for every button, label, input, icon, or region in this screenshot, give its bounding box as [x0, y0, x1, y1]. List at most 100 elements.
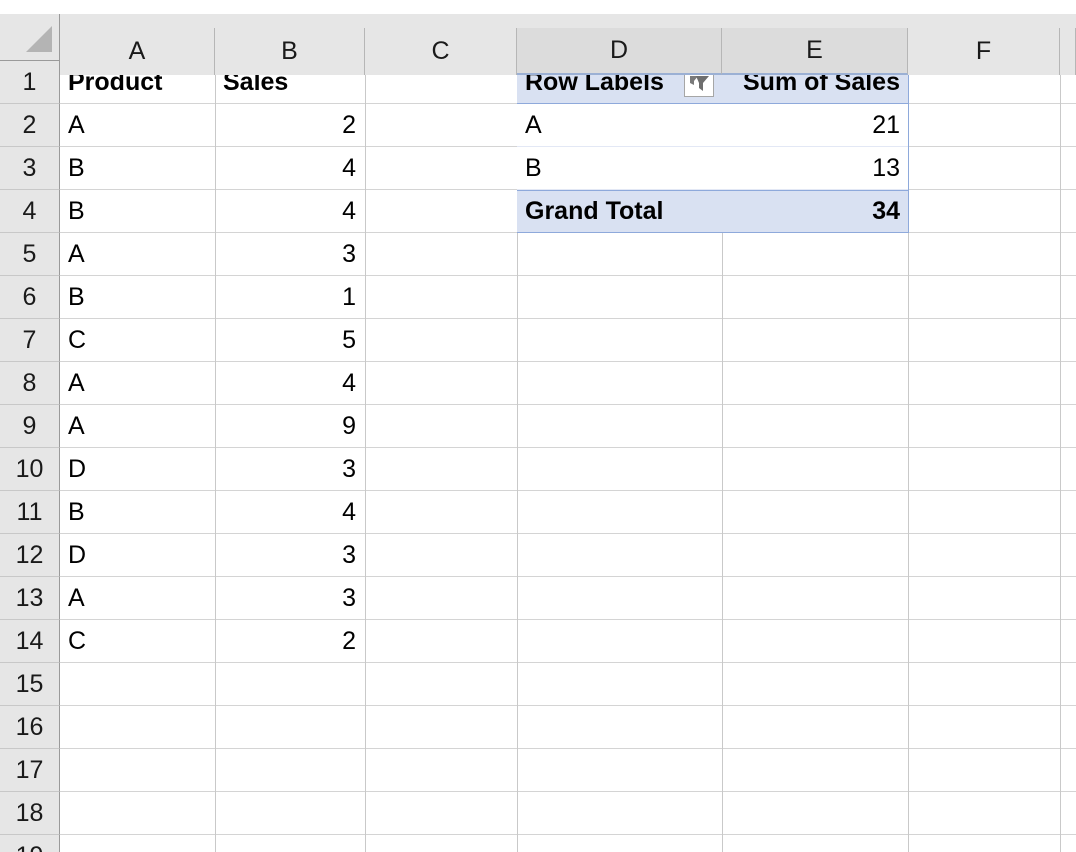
row-header-label: 8 [23, 369, 37, 398]
cell-sales-value-text: 3 [342, 455, 356, 484]
cell-product-value[interactable]: B [60, 491, 214, 533]
select-all-triangle-icon [26, 26, 52, 52]
cell-sales-value[interactable]: 4 [215, 362, 364, 404]
cell-sales-value-text: 4 [342, 498, 356, 527]
cell-sales-value[interactable]: 2 [215, 104, 364, 146]
cell-product-value[interactable]: D [60, 534, 214, 576]
cell-sales-value[interactable]: 3 [215, 577, 364, 619]
column-header-f[interactable]: F [908, 28, 1060, 75]
cell-sales-value-text: 3 [342, 541, 356, 570]
row-header-3[interactable]: 3 [0, 147, 60, 190]
cell-sales-value-text: 9 [342, 412, 356, 441]
column-header-label: E [806, 36, 823, 65]
column-header-d[interactable]: D [517, 28, 722, 75]
row-header-label: 19 [16, 842, 44, 852]
cell-sales-value-text: 4 [342, 197, 356, 226]
cell-product-value-text: A [68, 412, 85, 441]
pivot-table[interactable]: Row Labels Sum of Sales A 21 B 13 Grand … [517, 61, 908, 233]
row-header-label: 13 [16, 584, 44, 613]
column-header-label: C [431, 37, 449, 66]
row-header-15[interactable]: 15 [0, 663, 60, 706]
column-header-g-partial[interactable] [1060, 28, 1076, 75]
cell-sales-value-text: 4 [342, 369, 356, 398]
row-header-4[interactable]: 4 [0, 190, 60, 233]
cell-product-value[interactable]: A [60, 577, 214, 619]
select-all-corner[interactable] [0, 14, 60, 61]
row-header-label: 5 [23, 240, 37, 269]
pivot-data-row[interactable]: B 13 [517, 147, 908, 190]
cell-product-value[interactable]: D [60, 448, 214, 490]
cell-sales-value[interactable]: 1 [215, 276, 364, 318]
column-header-e[interactable]: E [722, 28, 908, 75]
row-header-5[interactable]: 5 [0, 233, 60, 276]
pivot-grand-total-row[interactable]: Grand Total 34 [517, 190, 908, 233]
cell-sales-value[interactable]: 2 [215, 620, 364, 662]
spreadsheet-canvas[interactable]: ProductSalesA2B4B4A3B1C5A4A9D3B4D3A3C2 R… [0, 0, 1076, 852]
row-header-19[interactable]: 19 [0, 835, 60, 852]
row-header-10[interactable]: 10 [0, 448, 60, 491]
pivot-row-value: 13 [722, 147, 908, 189]
cell-product-value-text: A [68, 584, 85, 613]
column-header-strip: ABCDEF [0, 14, 1076, 61]
cell-sales-value[interactable]: 4 [215, 147, 364, 189]
cell-sales-value[interactable]: 9 [215, 405, 364, 447]
cell-product-value-text: D [68, 541, 86, 570]
row-header-6[interactable]: 6 [0, 276, 60, 319]
row-header-12[interactable]: 12 [0, 534, 60, 577]
pivot-data-row[interactable]: A 21 [517, 104, 908, 147]
column-header-a[interactable]: A [60, 28, 215, 75]
row-header-label: 12 [16, 541, 44, 570]
row-header-label: 9 [23, 412, 37, 441]
cell-product-value[interactable]: C [60, 620, 214, 662]
row-header-17[interactable]: 17 [0, 749, 60, 792]
column-header-b[interactable]: B [215, 28, 365, 75]
pivot-row-label: B [517, 147, 722, 189]
row-header-label: 1 [23, 68, 37, 97]
cell-product-value[interactable]: B [60, 147, 214, 189]
cell-product-value[interactable]: A [60, 405, 214, 447]
cell-sales-value-text: 2 [342, 627, 356, 656]
cell-sales-value[interactable]: 3 [215, 233, 364, 275]
column-header-label: B [281, 37, 298, 66]
cell-product-value[interactable]: A [60, 233, 214, 275]
cell-product-value[interactable]: B [60, 276, 214, 318]
row-header-1[interactable]: 1 [0, 61, 60, 104]
cell-product-value-text: A [68, 240, 85, 269]
cell-product-value-text: A [68, 111, 85, 140]
cell-product-value[interactable]: B [60, 190, 214, 232]
row-header-label: 2 [23, 111, 37, 140]
row-header-8[interactable]: 8 [0, 362, 60, 405]
row-header-label: 18 [16, 799, 44, 828]
cell-sales-value-text: 4 [342, 154, 356, 183]
cell-product-value[interactable]: C [60, 319, 214, 361]
cell-sales-value-text: 3 [342, 240, 356, 269]
cell-sales-value[interactable]: 5 [215, 319, 364, 361]
cell-product-value-text: D [68, 455, 86, 484]
row-header-label: 11 [17, 498, 43, 527]
cell-sales-value[interactable]: 4 [215, 491, 364, 533]
row-header-18[interactable]: 18 [0, 792, 60, 835]
cell-product-value[interactable]: A [60, 104, 214, 146]
row-header-label: 7 [23, 326, 37, 355]
row-header-label: 6 [23, 283, 37, 312]
row-header-11[interactable]: 11 [0, 491, 60, 534]
cell-product-value[interactable]: A [60, 362, 214, 404]
cell-sales-value[interactable]: 3 [215, 534, 364, 576]
row-header-label: 16 [16, 713, 44, 742]
column-header-label: D [610, 36, 628, 65]
row-header-16[interactable]: 16 [0, 706, 60, 749]
column-header-label: F [976, 37, 991, 66]
pivot-grand-total-label: Grand Total [517, 191, 722, 232]
row-header-14[interactable]: 14 [0, 620, 60, 663]
cell-sales-value[interactable]: 4 [215, 190, 364, 232]
row-header-2[interactable]: 2 [0, 104, 60, 147]
row-header-7[interactable]: 7 [0, 319, 60, 362]
cell-sales-value-text: 2 [342, 111, 356, 140]
row-header-13[interactable]: 13 [0, 577, 60, 620]
cell-sales-value-text: 3 [342, 584, 356, 613]
row-header-9[interactable]: 9 [0, 405, 60, 448]
pivot-right-border [908, 61, 909, 233]
column-header-c[interactable]: C [365, 28, 517, 75]
cell-product-value-text: B [68, 283, 85, 312]
cell-sales-value[interactable]: 3 [215, 448, 364, 490]
